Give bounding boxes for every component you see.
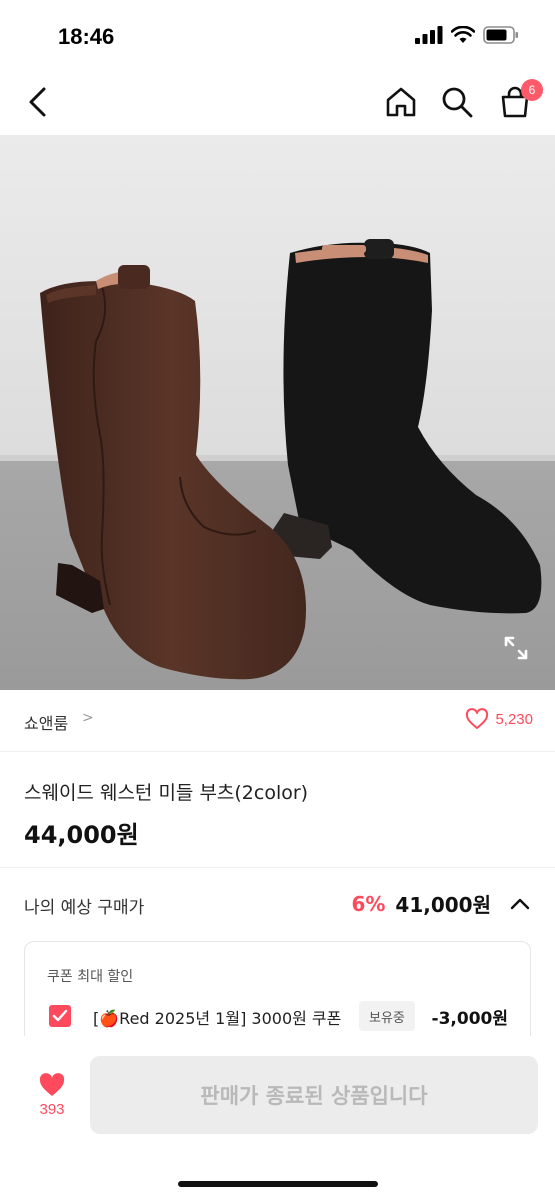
brand-link[interactable]: 쇼앤룸 [24,710,68,734]
coupon-owned-badge: 보유중 [359,1001,415,1031]
search-button[interactable] [437,82,477,122]
brand-row: 쇼앤룸 > 5,230 [0,690,555,752]
status-time: 18:46 [58,24,115,49]
home-indicator [178,1181,378,1187]
estimated-price-value: 41,000원 [395,893,491,917]
brand-chevron-right-icon: > [82,710,94,726]
chevron-up-icon [510,898,530,909]
coupon-name: [🍎Red 2025년 1월] 3000원 쿠폰 [93,1009,342,1028]
cellular-signal-icon [415,26,443,44]
section-divider [0,867,555,868]
back-button[interactable] [18,82,58,122]
check-icon [52,1009,68,1022]
top-nav-bar: 6 [0,70,555,134]
wishlist-button[interactable]: 393 [28,1072,76,1128]
status-icons [415,26,519,44]
cart-count-badge: 6 [521,79,543,101]
product-title: 스웨이드 웨스턴 미들 부츠(2color) [24,782,309,804]
estimated-price-label: 나의 예상 구매가 [24,898,145,918]
wishlist-count: 393 [39,1101,65,1118]
coupon-discount-amount: -3,000원 [431,1009,508,1029]
expand-image-button[interactable] [500,632,532,664]
chevron-left-icon [29,87,46,117]
wifi-icon [451,26,475,43]
coupon-panel-title: 쿠폰 최대 할인 [47,969,134,985]
home-icon [386,87,416,117]
status-bar: 18:46 [0,0,555,70]
brand-like-count: 5,230 [495,710,533,728]
bottom-action-bar: 393 판매가 종료된 상품입니다 [0,1036,555,1200]
search-icon [442,87,473,118]
product-photo-boots [0,135,555,690]
product-price: 44,000원 [24,821,139,849]
heart-outline-icon [466,708,489,729]
product-image[interactable] [0,135,555,690]
heart-filled-icon [39,1073,65,1096]
expand-icon [504,636,528,660]
estimated-price-toggle[interactable]: 6% 41,000원 [351,889,531,918]
brand-like-button[interactable]: 5,230 [465,708,533,730]
coupon-checkbox[interactable] [49,1005,71,1027]
sold-out-button[interactable]: 판매가 종료된 상품입니다 [90,1056,538,1134]
home-button[interactable] [381,82,421,122]
estimated-discount-percent: 6% [351,891,386,916]
battery-icon [483,26,518,44]
